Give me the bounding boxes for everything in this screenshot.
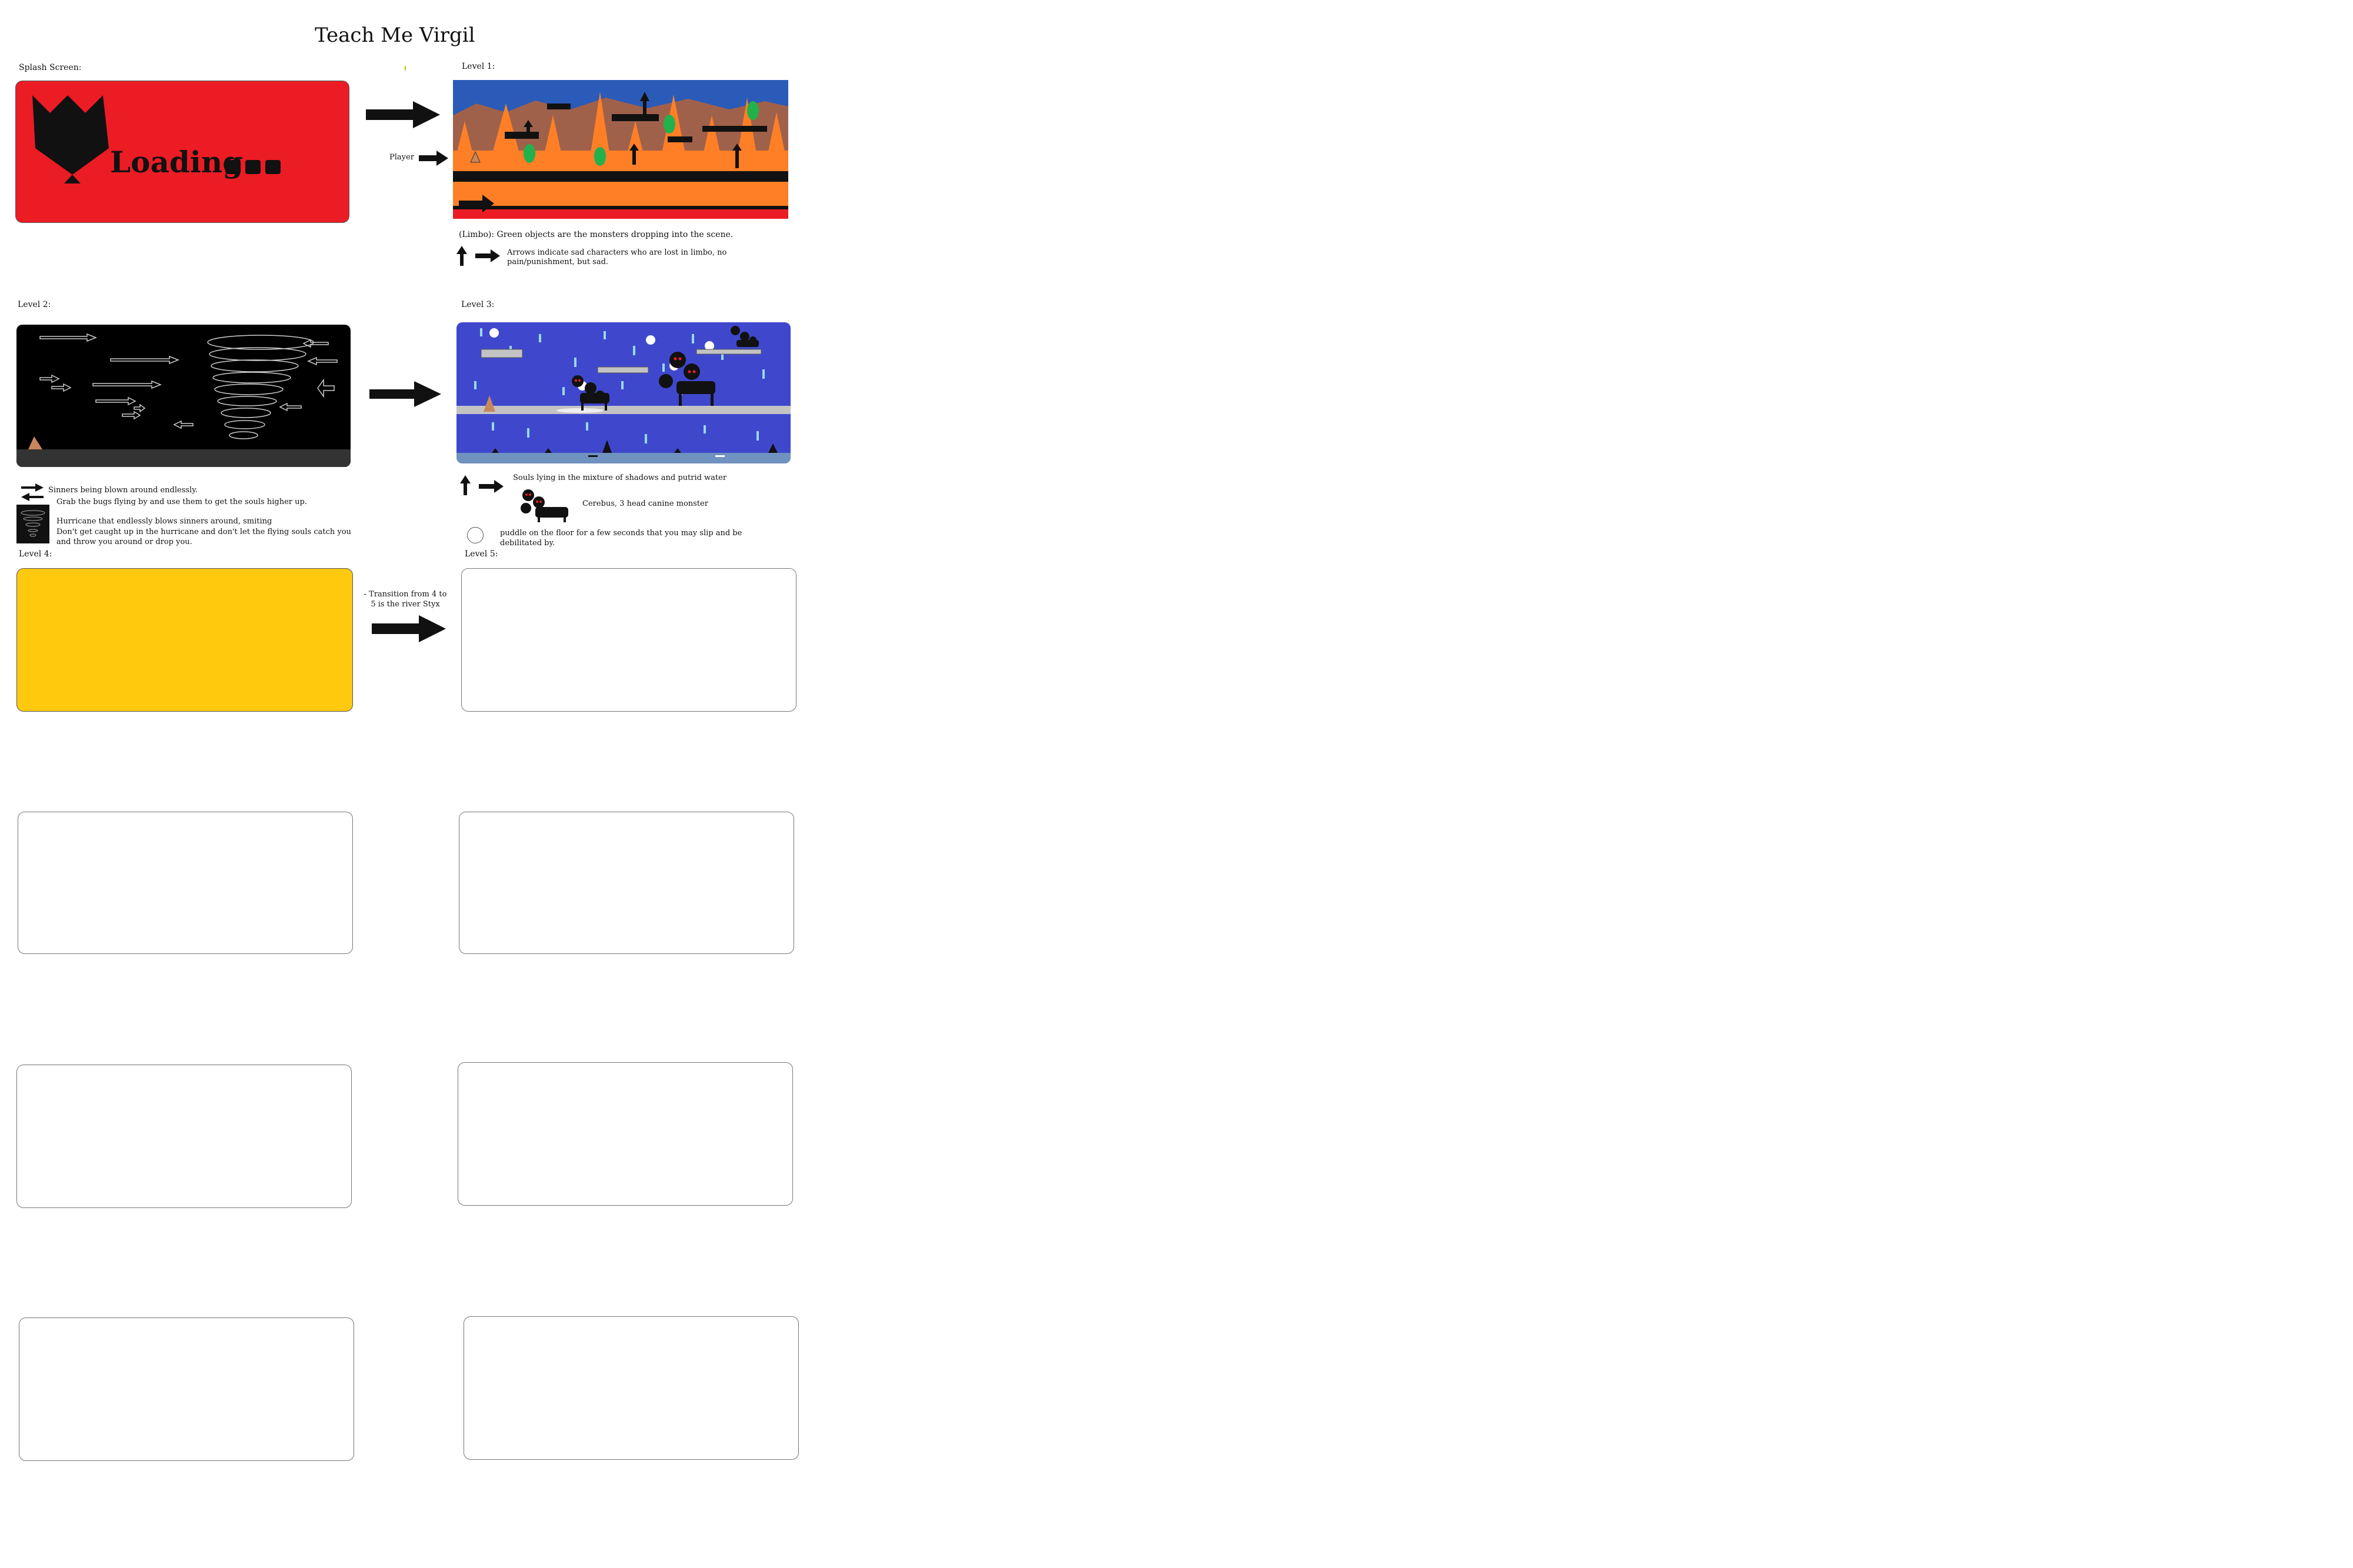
right-arrow-icon [369, 381, 441, 407]
right-arrow-icon [366, 101, 440, 128]
right-arrow-icon [372, 615, 446, 642]
level1-panel [453, 80, 788, 219]
loading-dot [225, 160, 241, 174]
empty-frame [19, 1317, 354, 1461]
splash-panel: Loading [15, 81, 349, 223]
empty-frame [16, 1065, 352, 1208]
loading-text: Loading [110, 145, 244, 179]
transition-note: - Transition from 4 to 5 is the river St… [364, 590, 447, 609]
page-title: Teach Me Virgil [315, 24, 475, 47]
level2-panel [16, 325, 351, 467]
hurricane-thumbnail [16, 505, 49, 543]
level4-label: Level 4: [19, 549, 52, 559]
player-label: Player [389, 153, 414, 162]
level3-note3: puddle on the floor for a few seconds th… [500, 529, 742, 548]
loading-dot [245, 160, 261, 174]
double-arrow-icon [21, 483, 44, 501]
empty-frame [18, 812, 353, 954]
cerebus-icon [521, 489, 568, 522]
up-arrow-icon [456, 246, 467, 266]
right-arrow-icon [479, 480, 504, 493]
empty-frame [458, 1062, 793, 1206]
level1-scene [453, 80, 788, 219]
level2-scene [16, 333, 351, 467]
level4-panel [16, 568, 353, 712]
level1-arrows-note: Arrows indicate sad characters who are l… [507, 248, 727, 266]
level1-caption: (Limbo): Green objects are the monsters … [459, 230, 734, 239]
right-arrow-icon [475, 249, 500, 262]
level3-note1: Souls lying in the mixture of shadows an… [513, 473, 727, 482]
level3-panel [456, 322, 791, 463]
loading-dot [265, 160, 281, 174]
empty-frame [464, 1316, 799, 1460]
level2-note4: Don't get caught up in the hurricane and… [56, 528, 351, 546]
level5-label: Level 5: [465, 549, 498, 559]
puddle-icon [467, 527, 484, 543]
splash-label: Splash Screen: [19, 63, 82, 72]
marker [405, 66, 406, 71]
level3-scene [456, 326, 791, 463]
level2-note1: Sinners being blown around endlessly. [48, 486, 198, 495]
level2-note2: Grab the bugs flying by and use them to … [56, 498, 307, 506]
level1-label: Level 1: [462, 62, 495, 71]
level2-label: Level 2: [18, 300, 51, 309]
level3-label: Level 3: [461, 300, 495, 309]
level2-note3: Hurricane that endlessly blows sinners a… [56, 517, 272, 526]
empty-frame [459, 812, 794, 954]
player-arrow-icon [419, 151, 448, 166]
level3-note2: Cerebus, 3 head canine monster [582, 499, 708, 508]
level5-panel [461, 568, 796, 712]
up-arrow-icon [460, 475, 471, 495]
devil-logo-icon [32, 95, 109, 184]
